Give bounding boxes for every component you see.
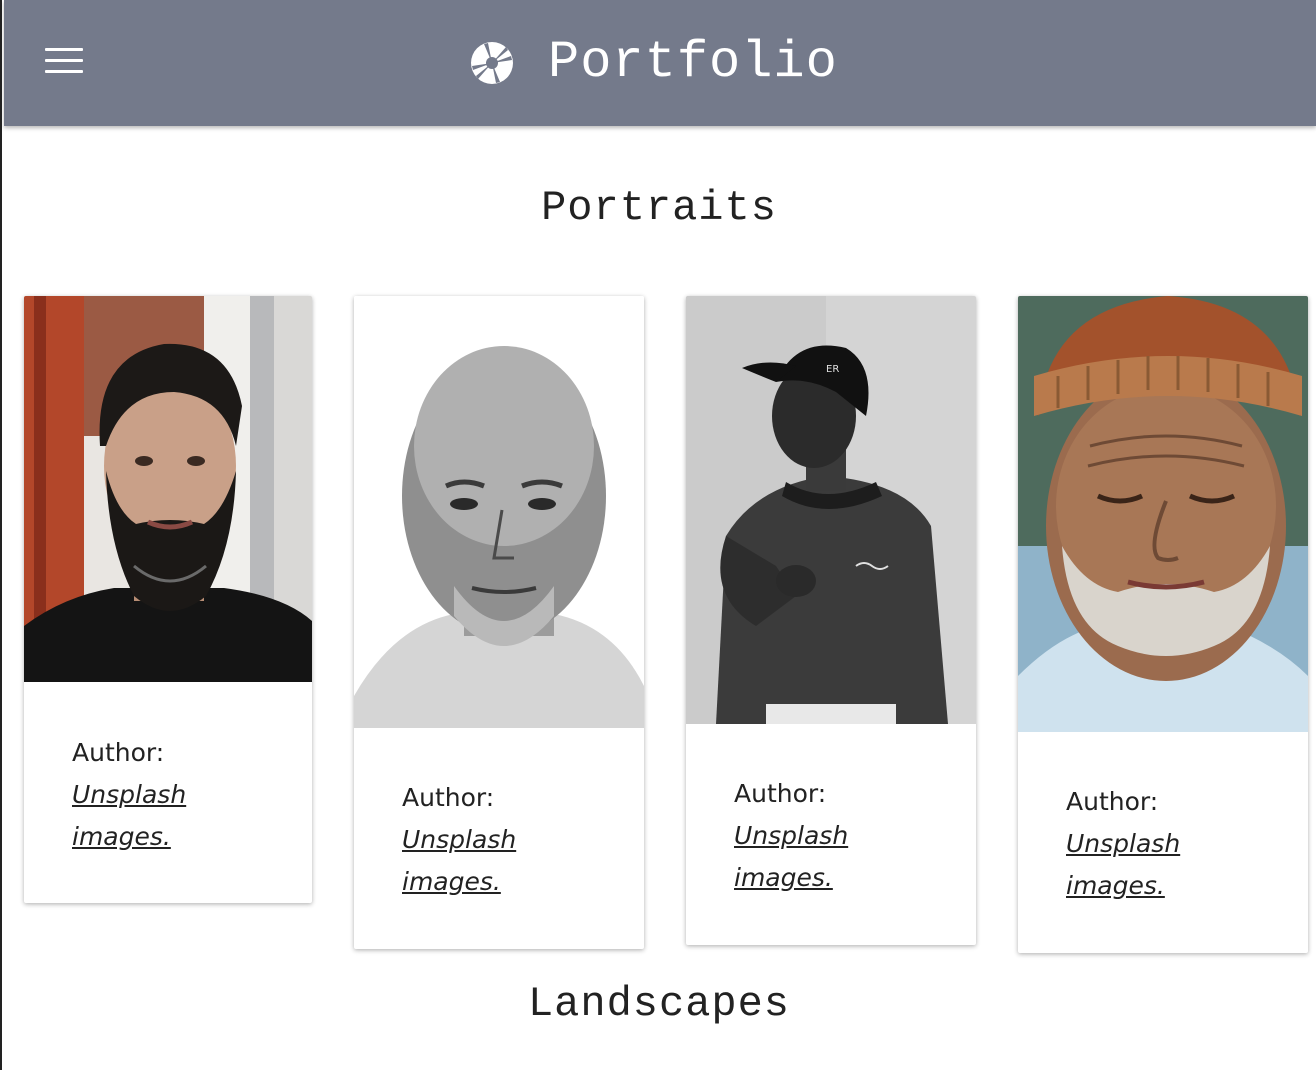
card-caption: Author: Unsplash images. xyxy=(734,773,848,899)
portrait-photo-elderly-man[interactable] xyxy=(1018,296,1308,732)
card-caption: Author: Unsplash images. xyxy=(72,732,186,858)
portrait-card: Author: Unsplash images. xyxy=(354,296,644,949)
portrait-photo-bearded-man[interactable] xyxy=(24,296,312,682)
site-title: Portfolio xyxy=(548,33,838,92)
section-title-landscapes: Landscapes xyxy=(527,980,791,1028)
portrait-card: Author: Unsplash images. xyxy=(1018,296,1308,953)
hamburger-menu-icon[interactable] xyxy=(45,48,83,76)
author-label: Author: xyxy=(72,738,165,767)
unsplash-link[interactable]: Unsplash images. xyxy=(734,815,848,899)
author-label: Author: xyxy=(1066,787,1159,816)
portrait-photo-older-man[interactable] xyxy=(354,296,644,728)
unsplash-link[interactable]: Unsplash images. xyxy=(402,819,516,903)
svg-text:ER: ER xyxy=(826,364,839,375)
portrait-card: ER Author: Unsplash images. xyxy=(686,296,976,945)
card-caption: Author: Unsplash images. xyxy=(402,777,516,903)
card-caption: Author: Unsplash images. xyxy=(1066,781,1180,907)
top-app-bar: Portfolio xyxy=(4,0,1316,126)
portrait-photo-young-man-cap[interactable]: ER xyxy=(686,296,976,724)
portrait-card: Author: Unsplash images. xyxy=(24,296,312,903)
page: Portfolio Portraits Author: Unsplash ima… xyxy=(0,0,1316,1070)
author-label: Author: xyxy=(734,779,827,808)
unsplash-link[interactable]: Unsplash images. xyxy=(1066,823,1180,907)
author-label: Author: xyxy=(402,783,495,812)
unsplash-link[interactable]: Unsplash images. xyxy=(72,774,186,858)
section-title-portraits: Portraits xyxy=(541,184,777,232)
camera-aperture-icon xyxy=(471,42,513,84)
brand[interactable]: Portfolio xyxy=(470,30,838,96)
